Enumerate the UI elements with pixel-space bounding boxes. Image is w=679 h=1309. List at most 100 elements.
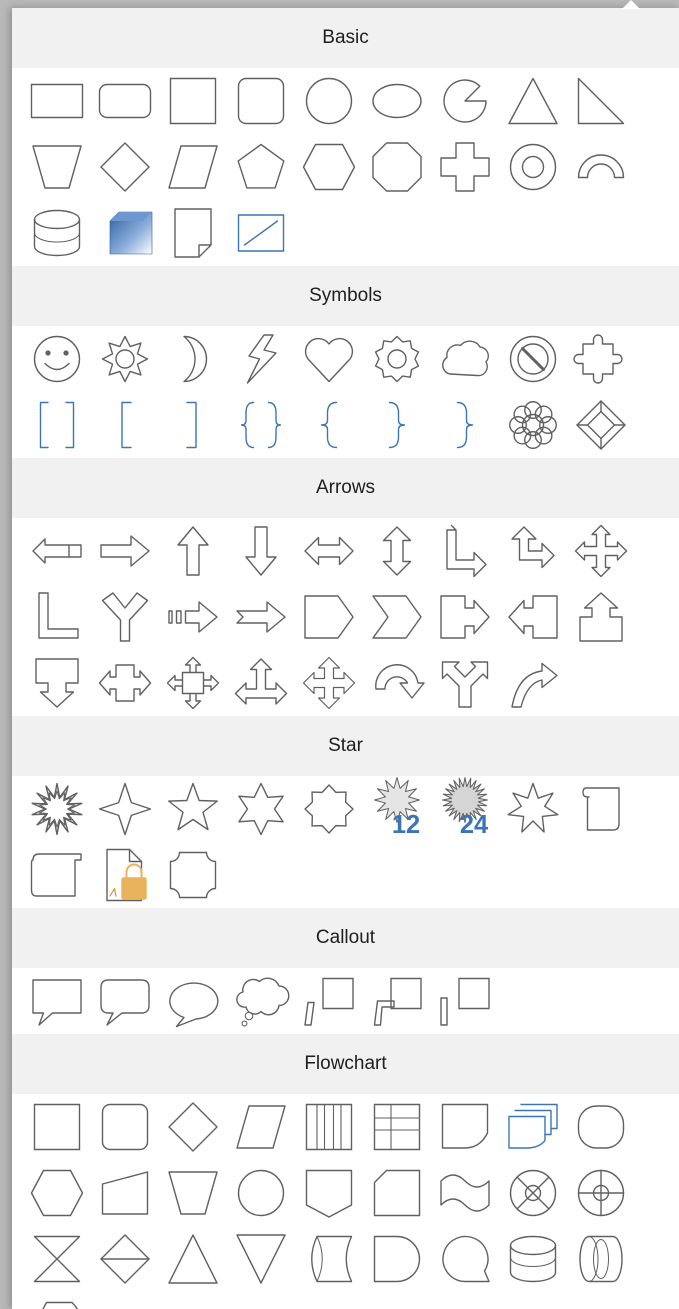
shape-up-arrow-callout[interactable]: [567, 584, 635, 650]
shape-rounded-rectangle[interactable]: [91, 68, 159, 134]
shape-or[interactable]: [567, 1160, 635, 1226]
shape-four-way-arrow[interactable]: [295, 650, 363, 716]
shape-gear[interactable]: [363, 326, 431, 392]
shape-puzzle[interactable]: [567, 326, 635, 392]
shape-diamond[interactable]: [91, 134, 159, 200]
shape-star-8[interactable]: [295, 776, 363, 842]
shape-triangle[interactable]: [499, 68, 567, 134]
shape-pie[interactable]: [431, 68, 499, 134]
shape-bevel-diamond[interactable]: [567, 392, 635, 458]
shape-left-right-arrow-wide[interactable]: [23, 518, 91, 584]
shape-rect-callout[interactable]: [23, 968, 91, 1034]
shape-pentagon-arrow[interactable]: [295, 584, 363, 650]
shape-left-arrow-callout[interactable]: [499, 584, 567, 650]
shape-line-callout-1[interactable]: [295, 968, 363, 1034]
shape-right-arrow[interactable]: [91, 518, 159, 584]
shape-can[interactable]: [23, 200, 91, 266]
shape-no-symbol[interactable]: [499, 326, 567, 392]
shape-heart[interactable]: [295, 326, 363, 392]
shape-off-page-connector[interactable]: [295, 1160, 363, 1226]
shape-sort[interactable]: [91, 1226, 159, 1292]
shape-cloud[interactable]: [431, 326, 499, 392]
shape-delay[interactable]: [363, 1226, 431, 1292]
shape-square[interactable]: [159, 68, 227, 134]
shape-predefined-process[interactable]: [295, 1094, 363, 1160]
shape-star-4[interactable]: [91, 776, 159, 842]
shape-star-24[interactable]: 24: [431, 776, 499, 842]
shape-circle[interactable]: [295, 68, 363, 134]
shape-notched-right-arrow[interactable]: [227, 584, 295, 650]
shape-rectangle[interactable]: [23, 68, 91, 134]
shape-rounded-square[interactable]: [227, 68, 295, 134]
shape-terminator[interactable]: [567, 1094, 635, 1160]
shape-striped-right-arrow[interactable]: [159, 584, 227, 650]
shape-alternate-process[interactable]: [91, 1094, 159, 1160]
shape-quad-arrow[interactable]: [567, 518, 635, 584]
shape-star-6[interactable]: [227, 776, 295, 842]
shape-block-arc[interactable]: [567, 134, 635, 200]
shape-star-12[interactable]: 12: [363, 776, 431, 842]
shape-extract[interactable]: [159, 1226, 227, 1292]
shape-chevron[interactable]: [363, 584, 431, 650]
shape-circular-arrow[interactable]: [363, 650, 431, 716]
shape-double-brace[interactable]: [227, 392, 295, 458]
shape-magnetic-disk[interactable]: [499, 1226, 567, 1292]
shape-right-bracket[interactable]: [159, 392, 227, 458]
shape-summing-junction[interactable]: [499, 1160, 567, 1226]
shape-right-brace[interactable]: [363, 392, 431, 458]
shape-cross[interactable]: [431, 134, 499, 200]
shape-lightning-bolt[interactable]: [227, 326, 295, 392]
shape-star-5[interactable]: [159, 776, 227, 842]
shape-multidocument[interactable]: [499, 1094, 567, 1160]
shape-vertical-scroll[interactable]: [567, 776, 635, 842]
shape-bent-up-arrow[interactable]: [431, 518, 499, 584]
shape-merge[interactable]: [227, 1226, 295, 1292]
shape-double-bracket[interactable]: [23, 392, 91, 458]
shape-split-arrow[interactable]: [91, 584, 159, 650]
shape-manual-operation[interactable]: [159, 1160, 227, 1226]
shape-oval-callout[interactable]: [159, 968, 227, 1034]
shape-bent-up-right-arrow[interactable]: [499, 518, 567, 584]
shape-moon[interactable]: [159, 326, 227, 392]
shape-right-brace-2[interactable]: [431, 392, 499, 458]
shape-stored-data[interactable]: [295, 1226, 363, 1292]
shape-line-callout-2[interactable]: [363, 968, 431, 1034]
shape-internal-storage[interactable]: [363, 1094, 431, 1160]
shape-direct-access-storage[interactable]: [567, 1226, 635, 1292]
shape-decision[interactable]: [159, 1094, 227, 1160]
shape-folded-corner[interactable]: [159, 200, 227, 266]
shape-sun[interactable]: [91, 326, 159, 392]
shape-curved-up-arrow[interactable]: [499, 650, 567, 716]
shape-trapezoid[interactable]: [23, 134, 91, 200]
shape-collate[interactable]: [23, 1226, 91, 1292]
shape-card[interactable]: [363, 1160, 431, 1226]
shape-cloud-callout[interactable]: [227, 968, 295, 1034]
shape-flower[interactable]: [499, 392, 567, 458]
shape-process[interactable]: [23, 1094, 91, 1160]
shape-down-arrow-callout[interactable]: [23, 650, 91, 716]
shape-down-arrow[interactable]: [227, 518, 295, 584]
shape-star-7[interactable]: [499, 776, 567, 842]
shape-up-down-arrow[interactable]: [363, 518, 431, 584]
shape-right-arrow-callout[interactable]: [431, 584, 499, 650]
shape-signature-lock[interactable]: [91, 842, 159, 908]
shape-display[interactable]: [23, 1292, 91, 1309]
shape-data[interactable]: [227, 1094, 295, 1160]
shape-rounded-rect-callout[interactable]: [91, 968, 159, 1034]
shape-parallelogram[interactable]: [159, 134, 227, 200]
shape-left-up-arrow[interactable]: [23, 584, 91, 650]
shape-ellipse[interactable]: [363, 68, 431, 134]
shape-document[interactable]: [431, 1094, 499, 1160]
shape-preparation[interactable]: [23, 1160, 91, 1226]
shape-plaque[interactable]: [159, 842, 227, 908]
shape-left-right-arrow[interactable]: [295, 518, 363, 584]
shape-quad-arrow-callout[interactable]: [159, 650, 227, 716]
shape-line-callout-3[interactable]: [431, 968, 499, 1034]
shape-frame[interactable]: [227, 200, 295, 266]
shape-right-triangle[interactable]: [567, 68, 635, 134]
shape-left-right-up-arrow[interactable]: [227, 650, 295, 716]
shape-octagon[interactable]: [363, 134, 431, 200]
shape-explosion[interactable]: [23, 776, 91, 842]
shape-left-brace[interactable]: [295, 392, 363, 458]
shape-left-bracket[interactable]: [91, 392, 159, 458]
